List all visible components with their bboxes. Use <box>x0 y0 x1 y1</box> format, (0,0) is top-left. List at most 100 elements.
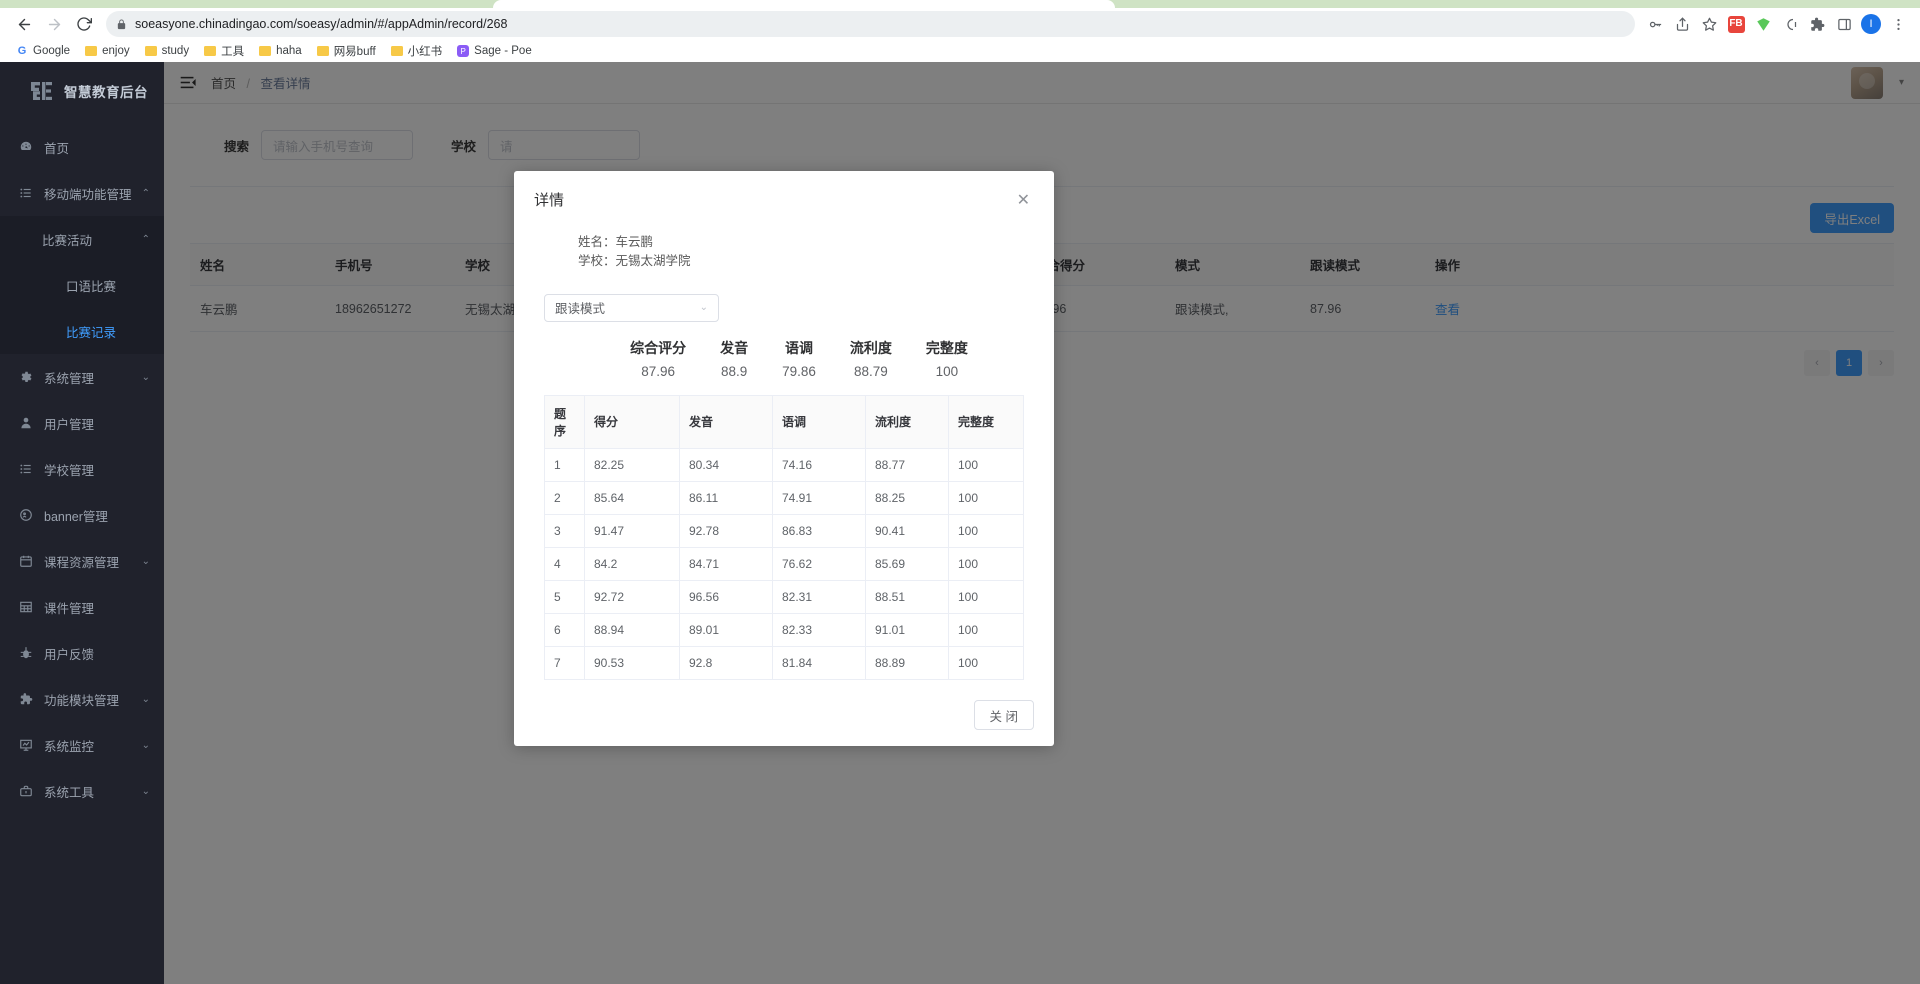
monitor-icon <box>18 738 34 752</box>
profile-initial: I <box>1861 14 1881 34</box>
password-key-icon[interactable] <box>1643 12 1667 36</box>
bookmark-netease-buff[interactable]: 网易buff <box>311 41 382 61</box>
sidebar: 智慧教育后台 首页 移动端功能管理 ⌃ 比赛活动 ⌃ 口语比赛 比赛记录 系统管… <box>0 62 164 984</box>
chevron-down-icon: ⌄ <box>141 693 150 705</box>
reload-button[interactable] <box>70 10 98 38</box>
folder-icon <box>259 46 272 56</box>
folder-icon <box>390 46 403 56</box>
modal-body: 姓名：车云鹏 学校：无锡太湖学院 跟读模式 ⌄ 综合评分 87.96 发音 88… <box>514 211 1054 688</box>
cell-fluency: 85.69 <box>865 547 949 581</box>
cell-integrity: 100 <box>948 448 1024 482</box>
col-question-no: 题序 <box>544 395 585 449</box>
folder-icon <box>85 46 98 56</box>
extension-c-icon[interactable] <box>1778 12 1802 36</box>
detail-table-head: 题序 得分 发音 语调 流利度 完整度 <box>544 395 1024 449</box>
brand-title: 智慧教育后台 <box>64 85 148 100</box>
sidebar-item-competition[interactable]: 比赛活动 ⌃ <box>0 216 164 262</box>
brand-row[interactable]: 智慧教育后台 <box>0 70 164 112</box>
chrome-menu-icon[interactable] <box>1886 12 1910 36</box>
address-bar[interactable]: soeasyone.chinadingao.com/soeasy/admin/#… <box>106 11 1635 37</box>
col-integrity: 完整度 <box>948 395 1024 449</box>
bookmark-label: haha <box>276 45 302 57</box>
summary-value: 87.96 <box>641 363 675 379</box>
folder-icon <box>204 46 217 56</box>
cell-question-no: 1 <box>544 448 585 482</box>
col-score: 得分 <box>584 395 680 449</box>
sidebar-item-oral-competition[interactable]: 口语比赛 <box>0 262 164 308</box>
cell-score: 91.47 <box>584 514 680 548</box>
bookmark-enjoy[interactable]: enjoy <box>79 43 136 59</box>
bookmarks-bar: G Google enjoy study 工具 haha 网易buff 小红书 <box>0 40 1920 62</box>
sidebar-menu: 首页 移动端功能管理 ⌃ 比赛活动 ⌃ 口语比赛 比赛记录 系统管理 ⌄ 用户管… <box>0 124 164 814</box>
summary-header: 流利度 <box>849 339 892 356</box>
cell-score: 92.72 <box>584 580 680 614</box>
bookmark-google[interactable]: G Google <box>10 43 76 59</box>
sidebar-item-label: 移动端功能管理 <box>44 187 132 202</box>
bookmark-haha[interactable]: haha <box>253 43 308 59</box>
chevron-down-icon: ⌄ <box>141 555 150 567</box>
chevron-down-icon: ⌄ <box>699 302 708 314</box>
sidebar-item-user-feedback[interactable]: 用户反馈 <box>0 630 164 676</box>
bookmark-star-icon[interactable] <box>1697 12 1721 36</box>
active-tab[interactable] <box>493 0 1115 8</box>
browser-chrome: soeasyone.chinadingao.com/soeasy/admin/#… <box>0 0 1920 62</box>
close-button[interactable]: 关 闭 <box>973 700 1034 730</box>
table-row: 6 88.94 89.01 82.33 91.01 100 <box>544 613 1024 647</box>
summary-fluency: 流利度 88.79 <box>850 338 892 379</box>
sidebar-item-system-tools[interactable]: 系统工具 ⌄ <box>0 768 164 814</box>
summary-header: 语调 <box>784 339 813 356</box>
close-icon[interactable]: ✕ <box>1013 191 1034 211</box>
list-icon <box>18 186 34 200</box>
folder-icon <box>316 46 329 56</box>
sidebar-item-label: 课程资源管理 <box>44 555 120 570</box>
url-text: soeasyone.chinadingao.com/soeasy/admin/#… <box>135 17 508 31</box>
cell-integrity: 100 <box>948 547 1024 581</box>
cell-question-no: 6 <box>544 613 585 647</box>
bookmark-xiaohongshu[interactable]: 小红书 <box>385 41 449 61</box>
extension-fb-icon[interactable]: FB <box>1724 12 1748 36</box>
sidebar-item-home[interactable]: 首页 <box>0 124 164 170</box>
sidebar-item-courseware-management[interactable]: 课件管理 <box>0 584 164 630</box>
bookmark-label: enjoy <box>102 45 130 57</box>
sidebar-item-system-management[interactable]: 系统管理 ⌄ <box>0 354 164 400</box>
forward-button[interactable] <box>40 10 68 38</box>
cell-score: 84.2 <box>584 547 680 581</box>
sidebar-item-function-modules[interactable]: 功能模块管理 ⌄ <box>0 676 164 722</box>
mode-select[interactable]: 跟读模式 ⌄ <box>544 293 719 322</box>
bookmark-sage-poe[interactable]: P Sage - Poe <box>451 43 538 59</box>
ext-fb-badge: FB <box>1727 15 1745 33</box>
summary-header: 完整度 <box>925 339 968 356</box>
share-icon[interactable] <box>1670 12 1694 36</box>
extensions-puzzle-icon[interactable] <box>1805 12 1829 36</box>
table-row: 4 84.2 84.71 76.62 85.69 100 <box>544 547 1024 581</box>
cell-pronunciation: 84.71 <box>679 547 773 581</box>
summary-overall: 综合评分 87.96 <box>630 338 686 379</box>
sidebar-item-course-resources[interactable]: 课程资源管理 ⌄ <box>0 538 164 584</box>
cell-intonation: 86.83 <box>772 514 866 548</box>
sidebar-item-school-management[interactable]: 学校管理 <box>0 446 164 492</box>
question-score-table: 题序 得分 发音 语调 流利度 完整度 1 82.25 80.34 74.16 <box>544 394 1024 680</box>
cell-fluency: 88.89 <box>865 646 949 680</box>
cell-pronunciation: 92.78 <box>679 514 773 548</box>
sidebar-item-system-monitor[interactable]: 系统监控 ⌄ <box>0 722 164 768</box>
bookmark-label: 网易buff <box>333 46 376 58</box>
sidebar-item-user-management[interactable]: 用户管理 <box>0 400 164 446</box>
poe-icon: P <box>457 45 470 57</box>
sidebar-item-mobile-functions[interactable]: 移动端功能管理 ⌃ <box>0 170 164 216</box>
sidebar-item-banner-management[interactable]: banner管理 <box>0 492 164 538</box>
extension-v-icon[interactable] <box>1751 12 1775 36</box>
cell-pronunciation: 96.56 <box>679 580 773 614</box>
summary-integrity: 完整度 100 <box>926 338 968 379</box>
modal-footer: 关 闭 <box>514 688 1054 746</box>
summary-value: 100 <box>935 363 959 379</box>
sidebar-item-competition-record[interactable]: 比赛记录 <box>0 308 164 354</box>
bookmark-tools[interactable]: 工具 <box>198 41 250 61</box>
sidebar-submenu-competition: 比赛活动 ⌃ 口语比赛 比赛记录 <box>0 216 164 354</box>
back-button[interactable] <box>10 10 38 38</box>
bookmark-study[interactable]: study <box>139 43 196 59</box>
profile-avatar[interactable]: I <box>1859 12 1883 36</box>
detail-table-body: 1 82.25 80.34 74.16 88.77 100 2 85.64 86… <box>544 448 1024 680</box>
cell-integrity: 100 <box>948 613 1024 647</box>
bookmark-label: study <box>161 45 190 57</box>
sidepanel-icon[interactable] <box>1832 12 1856 36</box>
